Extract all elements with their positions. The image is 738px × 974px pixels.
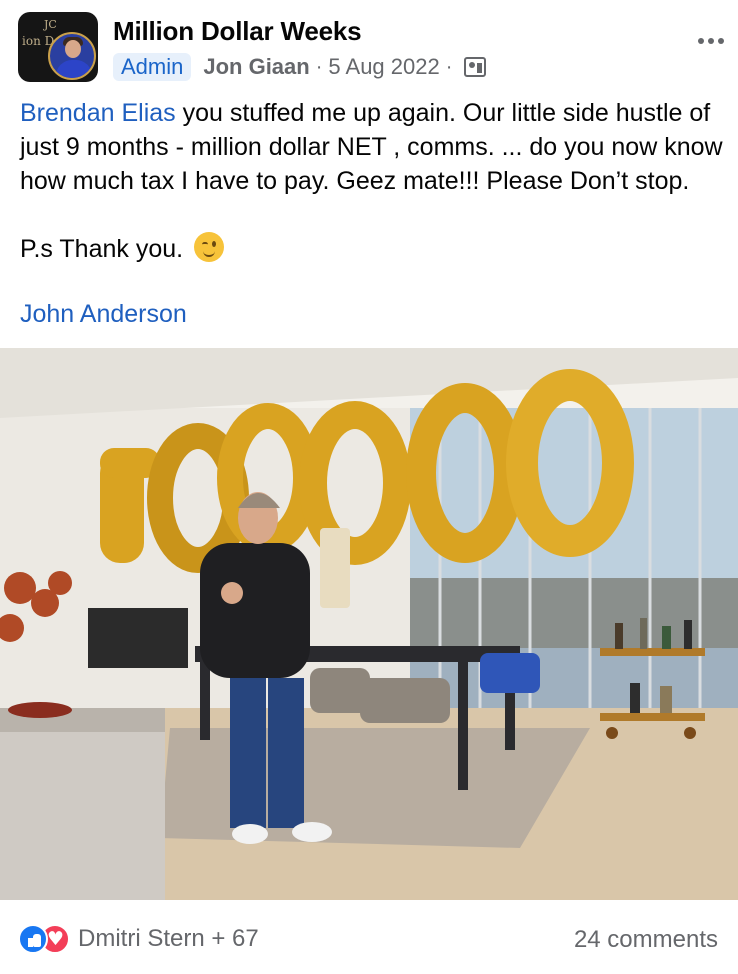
mention-link[interactable]: Brendan Elias (20, 99, 176, 127)
group-icon (464, 57, 487, 77)
dining-chair (310, 668, 370, 713)
more-dot (708, 38, 714, 44)
bowl (8, 702, 72, 718)
more-dot (718, 38, 724, 44)
meta-separator: · (445, 55, 453, 78)
admin-badge: Admin (113, 53, 192, 81)
rug (160, 728, 590, 848)
jacket (200, 543, 310, 678)
sneaker (292, 822, 332, 842)
post-footer: Dmitri Stern + 67 24 comments (18, 920, 720, 960)
avatar-suit (56, 60, 92, 78)
sneaker (232, 824, 268, 844)
group-name[interactable]: Million Dollar Weeks (113, 16, 362, 47)
kitchen-island (0, 718, 165, 900)
like-reaction-icon (18, 924, 48, 954)
blue-chair (480, 653, 540, 693)
author-name[interactable]: Jon Giaan (203, 54, 309, 80)
emoji-eye (212, 241, 217, 247)
postscript: P.s Thank you. (20, 232, 730, 266)
post-header: JC ion D Million Dollar Weeks Admin Jon … (18, 12, 724, 82)
author-avatar[interactable] (48, 32, 96, 80)
comments-count[interactable]: 24 comments (574, 926, 718, 954)
more-horizontal-icon[interactable] (698, 38, 724, 44)
post-meta: Admin Jon Giaan · 5 Aug 2022 · (113, 52, 487, 82)
jeans-right (268, 678, 304, 828)
champagne-box (320, 528, 350, 608)
photo-illustration (0, 348, 738, 900)
thumbs-up-hand (221, 582, 243, 604)
winking-face-emoji-icon (194, 232, 225, 262)
jeans-left (230, 678, 266, 828)
dining-chair (360, 678, 450, 723)
post-text: Brendan Elias you stuffed me up again. O… (20, 96, 730, 266)
post-date[interactable]: 5 Aug 2022 (328, 54, 439, 80)
avatar-face (65, 40, 81, 58)
tagged-person-link[interactable]: John Anderson (20, 300, 187, 329)
reactions-summary[interactable]: Dmitri Stern + 67 (18, 924, 259, 954)
fireplace (88, 608, 188, 668)
postscript-text: P.s Thank you. (20, 235, 184, 263)
more-dot (698, 38, 704, 44)
table-leg (458, 660, 468, 790)
group-avatar[interactable]: JC ion D (18, 12, 98, 82)
post-photo[interactable] (0, 348, 738, 900)
reaction-names[interactable]: Dmitri Stern + 67 (78, 925, 259, 953)
meta-separator: · (315, 55, 323, 78)
avatar-logo-mark: JC (44, 18, 57, 31)
table-leg (200, 660, 210, 740)
